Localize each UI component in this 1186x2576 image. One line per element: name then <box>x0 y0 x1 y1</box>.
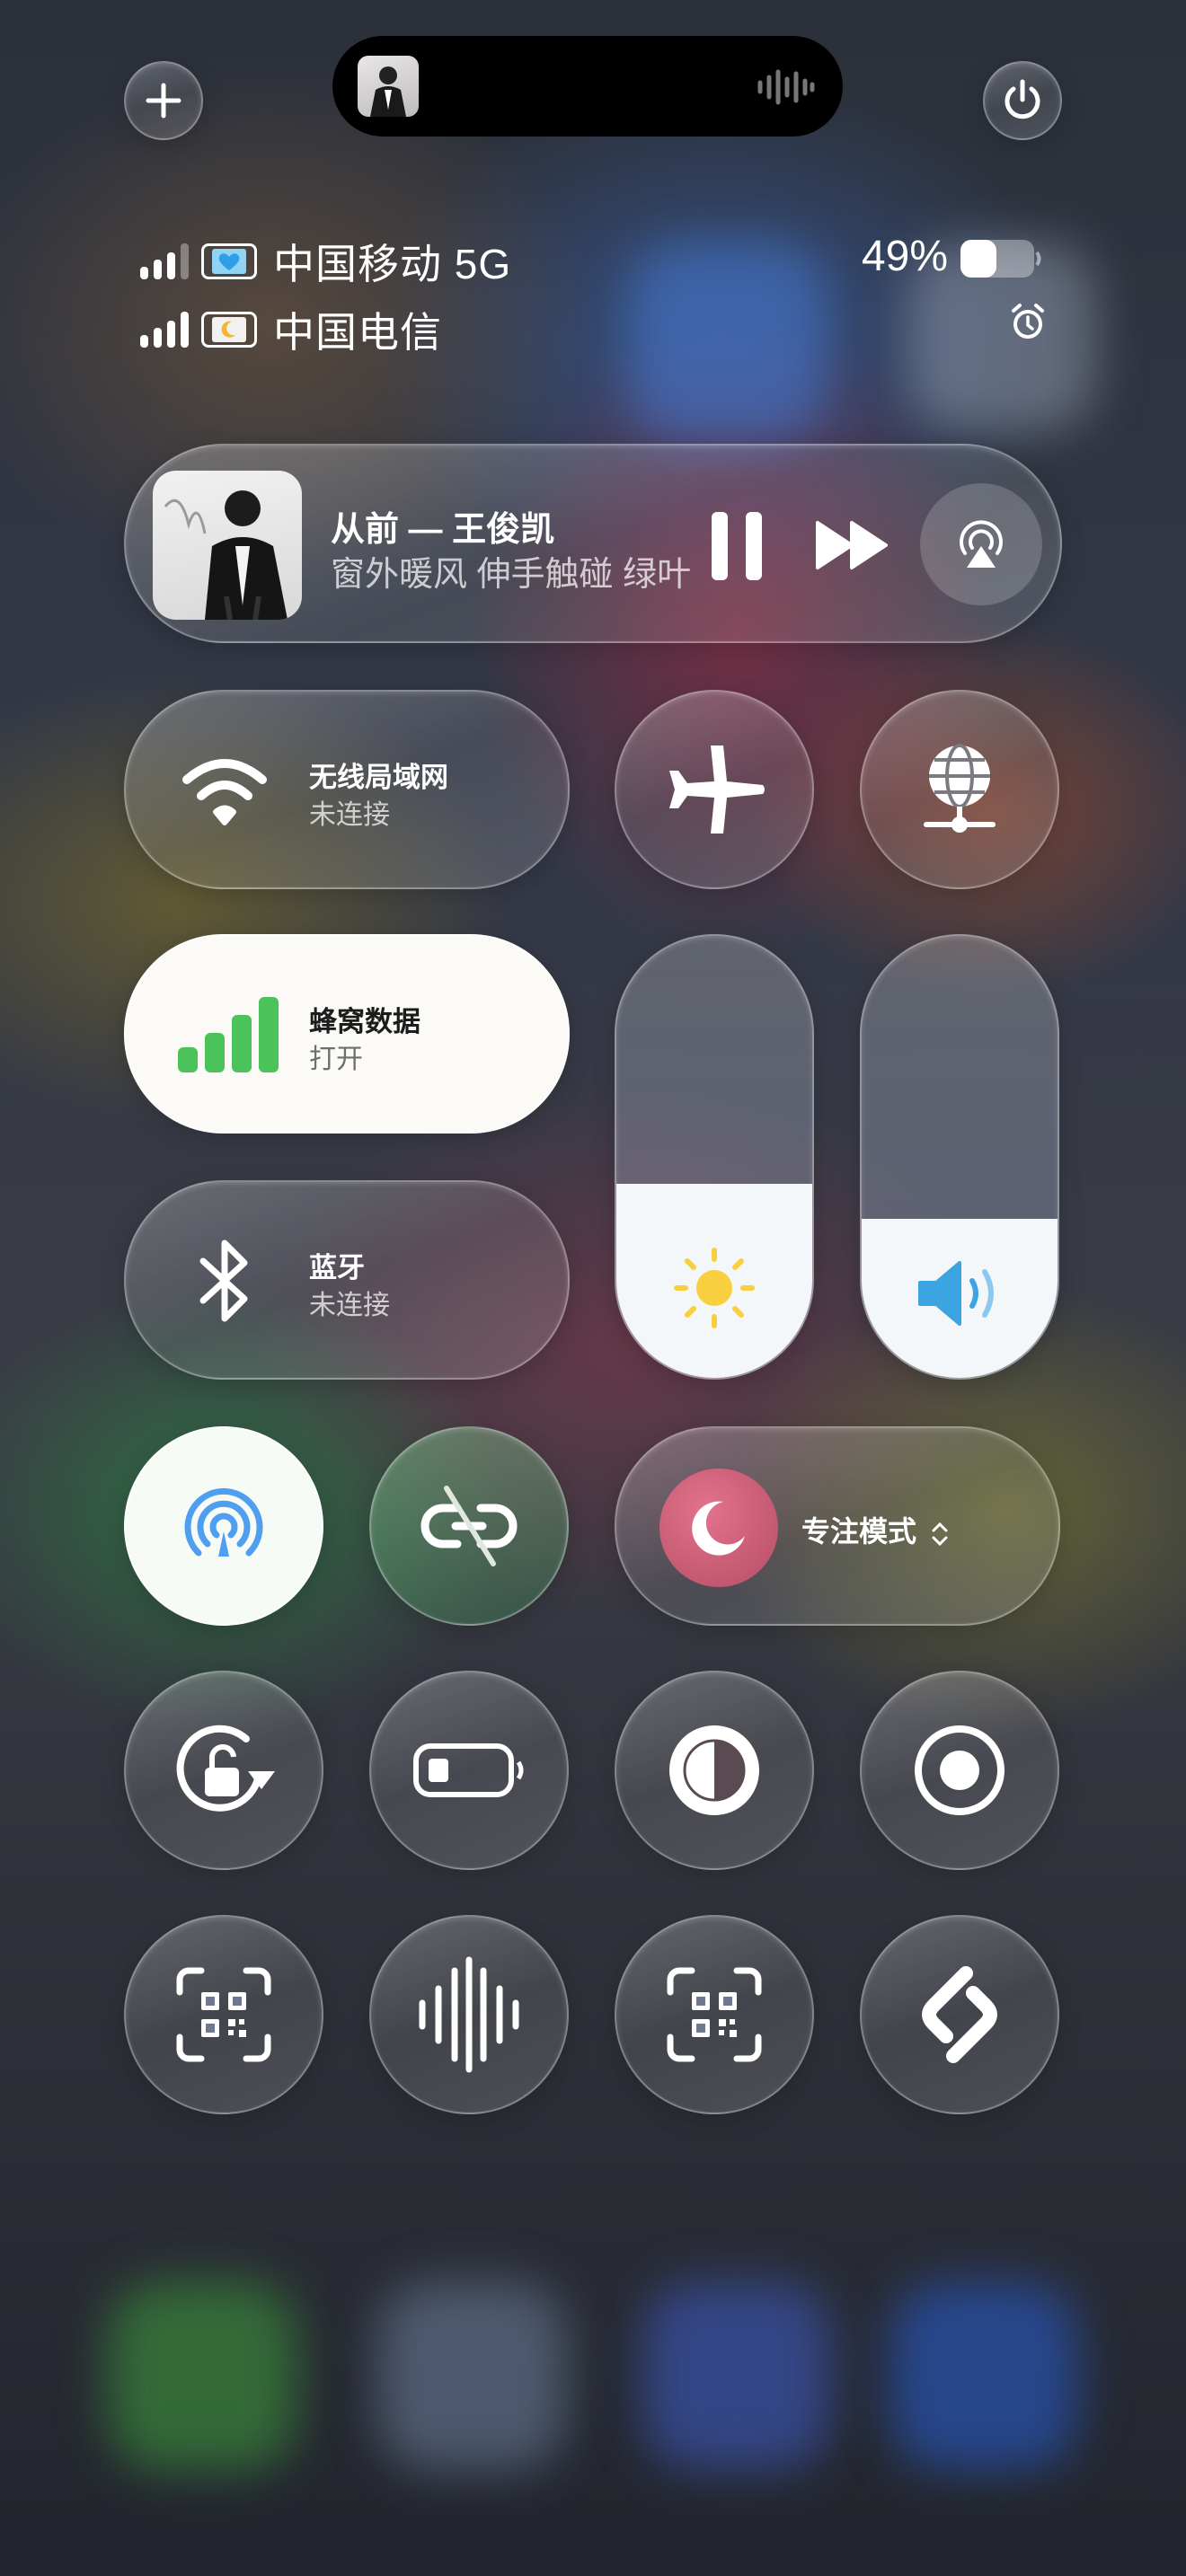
cellular-data-tile[interactable]: 蜂窝数据 打开 <box>124 934 570 1134</box>
airdrop-button[interactable] <box>124 1426 323 1626</box>
airdrop-icon <box>184 1487 263 1557</box>
album-art[interactable] <box>153 471 302 620</box>
now-playing-module[interactable]: 从前 — 王俊凯 窗外暖风 伸手触碰 绿叶 <box>124 444 1062 643</box>
plus-icon <box>146 83 181 119</box>
carrier-row-1: 中国移动 5G <box>140 232 511 291</box>
contrast-icon <box>669 1725 759 1815</box>
bluetooth-icon <box>199 1239 248 1322</box>
record-icon <box>915 1725 1005 1815</box>
rotation-lock-icon <box>176 1725 275 1812</box>
battery-low-icon <box>413 1743 524 1797</box>
sound-recognition-button[interactable] <box>369 1915 569 2114</box>
qr-scanner-icon <box>667 1967 762 2062</box>
power-button[interactable] <box>983 61 1062 140</box>
network-settings-button[interactable] <box>860 690 1059 889</box>
dynamic-island[interactable] <box>332 36 843 137</box>
screen-mirroring-button[interactable] <box>369 1426 569 1626</box>
song-lyric: 窗外暖风 伸手触碰 绿叶 <box>331 556 690 594</box>
bluetooth-label: 蓝牙 <box>309 1252 365 1284</box>
qr-scanner-icon <box>176 1967 271 2062</box>
cellular-bars-icon <box>178 997 279 1072</box>
rotation-lock-button[interactable] <box>124 1671 323 1870</box>
focus-mode-tile[interactable]: 专注模式 <box>615 1426 1060 1626</box>
battery-percentage: 49% <box>861 233 948 280</box>
waveform-icon <box>757 69 815 105</box>
airplane-mode-button[interactable] <box>615 690 814 889</box>
bluetooth-status: 未连接 <box>309 1291 390 1320</box>
volume-slider[interactable] <box>860 934 1059 1380</box>
moon-icon <box>659 1469 778 1587</box>
carrier-row-2: 中国电信 <box>140 300 442 359</box>
dark-mode-button[interactable] <box>615 1671 814 1870</box>
cellular-status: 打开 <box>309 1045 363 1074</box>
signal-strength-icon <box>140 243 189 279</box>
low-power-mode-button[interactable] <box>369 1671 569 1870</box>
screen-recording-button[interactable] <box>860 1671 1059 1870</box>
signal-strength-icon <box>140 312 189 348</box>
fast-forward-icon <box>816 521 888 569</box>
focus-mode-label: 专注模式 <box>801 1509 950 1550</box>
brightness-slider[interactable] <box>615 934 814 1380</box>
island-album-art <box>358 56 419 117</box>
globe-network-icon <box>924 744 996 833</box>
shazam-icon <box>922 1966 997 2063</box>
pause-button[interactable] <box>701 508 773 584</box>
code-scanner-button[interactable] <box>615 1915 814 2114</box>
pause-icon <box>712 512 762 580</box>
add-control-button[interactable] <box>124 61 203 140</box>
airplay-audio-icon <box>960 520 1003 568</box>
carrier-name-1: 中国移动 5G <box>273 241 512 287</box>
wifi-icon <box>182 759 267 825</box>
moon-icon <box>201 312 257 348</box>
carrier-name-2: 中国电信 <box>273 309 442 356</box>
wifi-label: 无线局域网 <box>309 762 448 793</box>
alarm-icon <box>1012 304 1044 339</box>
bluetooth-tile[interactable]: 蓝牙 未连接 <box>124 1180 570 1380</box>
battery-icon <box>960 240 1041 278</box>
shazam-button[interactable] <box>860 1915 1059 2114</box>
sun-icon <box>674 1248 755 1328</box>
unlink-icon <box>420 1486 518 1566</box>
power-icon <box>1005 79 1040 119</box>
airplay-button[interactable] <box>920 483 1042 605</box>
wifi-status: 未连接 <box>309 800 390 830</box>
chevron-up-down-icon <box>932 1522 948 1546</box>
waveform-icon <box>419 1956 519 2073</box>
wifi-tile[interactable]: 无线局域网 未连接 <box>124 690 570 889</box>
cellular-label: 蜂窝数据 <box>309 1006 420 1037</box>
airplane-icon <box>669 745 765 834</box>
next-track-button[interactable] <box>814 517 891 573</box>
code-scanner-button[interactable] <box>124 1915 323 2114</box>
heart-icon <box>201 243 257 279</box>
speaker-icon <box>918 1261 994 1326</box>
song-title: 从前 — 王俊凯 <box>331 511 555 549</box>
